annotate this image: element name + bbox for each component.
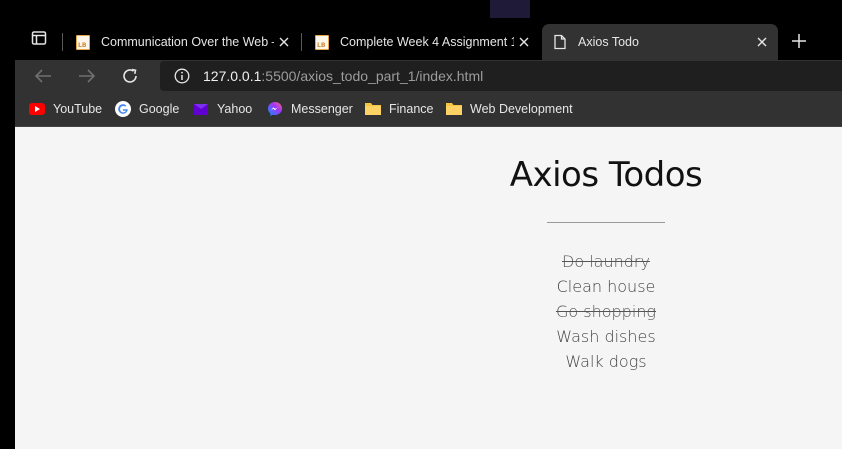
bookmark-finance[interactable]: Finance (365, 100, 433, 118)
tab-title: Complete Week 4 Assignment 1: (340, 35, 514, 49)
yahoo-icon (193, 101, 209, 117)
tab-actions-button[interactable] (25, 24, 53, 52)
todo-item[interactable]: Walk dogs (506, 349, 706, 374)
google-icon (115, 101, 131, 117)
url-host: 127.0.0.1 (203, 68, 262, 84)
tab-communication[interactable]: Communication Over the Web – (65, 25, 300, 59)
url-path: :5500/axios_todo_part_1/index.html (261, 68, 484, 84)
arrow-left-icon (34, 69, 51, 83)
bookmark-google[interactable]: Google (115, 100, 179, 118)
page-title: Axios Todos (509, 155, 703, 195)
info-icon[interactable] (174, 68, 190, 84)
bookmark-label: YouTube (53, 102, 103, 116)
arrow-right-icon (79, 69, 96, 83)
tab-axios-todo[interactable]: Axios Todo (542, 24, 778, 60)
todo-list: Do laundry Clean house Go shopping Wash … (506, 249, 706, 374)
page-content: Axios Todos Do laundry Clean house Go sh… (15, 127, 842, 449)
bookmark-label: Google (139, 102, 180, 116)
close-icon[interactable] (514, 32, 534, 52)
tab-strip: Communication Over the Web – Complete We… (15, 18, 842, 60)
window-edge (0, 0, 15, 449)
lb-logo-icon (314, 34, 330, 50)
refresh-icon (123, 68, 137, 83)
bookmark-web-development[interactable]: Web Development (446, 100, 573, 118)
lb-logo-icon (75, 34, 91, 50)
bookmark-yahoo[interactable]: Yahoo (193, 100, 252, 118)
bookmark-label: Messenger (291, 102, 353, 116)
bookmark-label: Yahoo (217, 102, 253, 116)
tab-actions-icon (31, 31, 47, 45)
tab-separator (301, 33, 302, 51)
bookmarks-bar: YouTube Google Yahoo Messenger Finance W… (15, 92, 842, 127)
folder-icon (446, 101, 462, 117)
desktop-background (490, 0, 530, 18)
url-text: 127.0.0.1:5500/axios_todo_part_1/index.h… (203, 68, 483, 84)
todo-item[interactable]: Do laundry (506, 249, 706, 274)
tab-title: Communication Over the Web – (101, 35, 274, 49)
refresh-button[interactable] (116, 62, 144, 90)
messenger-icon (267, 101, 283, 117)
tab-title: Axios Todo (578, 35, 639, 49)
title-divider (547, 222, 665, 223)
todo-item[interactable]: Go shopping (506, 299, 706, 324)
folder-icon (365, 101, 381, 117)
bookmark-label: Web Development (470, 102, 573, 116)
address-bar[interactable]: 127.0.0.1:5500/axios_todo_part_1/index.h… (160, 61, 842, 91)
browser-toolbar: 127.0.0.1:5500/axios_todo_part_1/index.h… (15, 60, 842, 92)
page-icon (552, 34, 568, 50)
tab-separator (62, 33, 63, 51)
youtube-icon (29, 101, 45, 117)
close-icon[interactable] (752, 32, 772, 52)
bookmark-messenger[interactable]: Messenger (267, 100, 353, 118)
forward-button[interactable] (73, 62, 101, 90)
bookmark-youtube[interactable]: YouTube (29, 100, 102, 118)
tab-week4-assignment[interactable]: Complete Week 4 Assignment 1: (304, 25, 540, 59)
todo-item[interactable]: Wash dishes (506, 324, 706, 349)
bookmark-label: Finance (389, 102, 434, 116)
todo-item[interactable]: Clean house (506, 274, 706, 299)
plus-icon (792, 34, 806, 48)
back-button[interactable] (29, 62, 57, 90)
close-icon[interactable] (274, 32, 294, 52)
new-tab-button[interactable] (787, 29, 811, 53)
